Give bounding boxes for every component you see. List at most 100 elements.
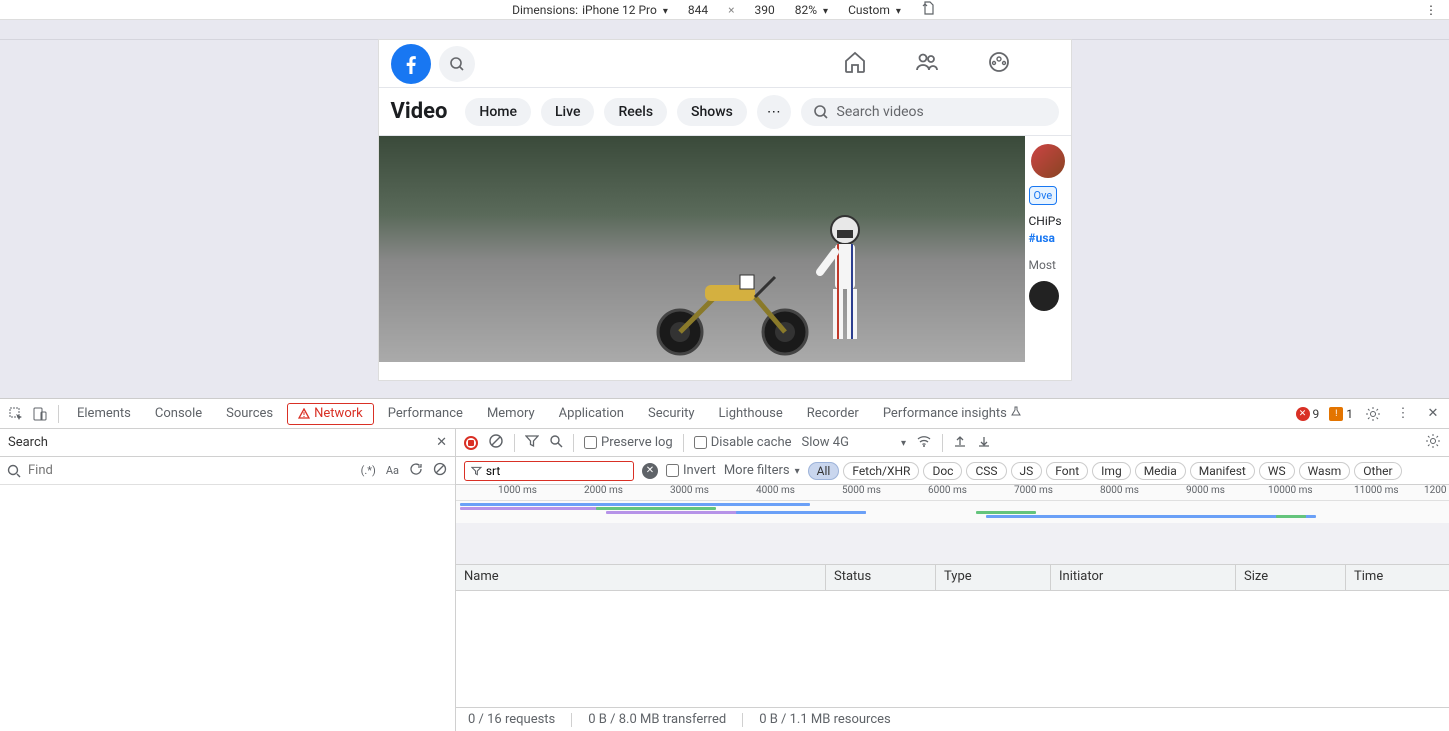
custom-dropdown[interactable]: Custom xyxy=(848,3,901,17)
settings-icon[interactable] xyxy=(1425,433,1441,453)
caret-icon[interactable] xyxy=(899,435,906,450)
tab-insights[interactable]: Performance insights xyxy=(873,399,1032,429)
clear-icon[interactable] xyxy=(488,433,504,453)
facebook-logo[interactable] xyxy=(391,44,431,84)
chip-doc[interactable]: Doc xyxy=(923,462,962,480)
col-size[interactable]: Size xyxy=(1236,565,1346,590)
tab-shows[interactable]: Shows xyxy=(677,98,747,126)
dimensions-dropdown[interactable]: Dimensions: iPhone 12 Pro xyxy=(512,3,668,17)
page-title: Video xyxy=(391,99,448,124)
bar xyxy=(736,511,866,514)
kebab-icon[interactable]: ⋮ xyxy=(1425,3,1437,17)
tab-memory[interactable]: Memory xyxy=(477,399,545,429)
chip-img[interactable]: Img xyxy=(1092,462,1131,480)
avatar-small[interactable] xyxy=(1029,281,1059,311)
chip-css[interactable]: CSS xyxy=(966,462,1006,480)
error-count[interactable]: ✕9 xyxy=(1296,407,1320,421)
more-filters-dropdown[interactable]: More filters xyxy=(724,463,800,478)
clear-filter-icon[interactable]: ✕ xyxy=(642,463,658,479)
tick: 1000 ms xyxy=(498,485,537,496)
devtools-tabs: Elements Console Sources Network Perform… xyxy=(0,399,1449,429)
tab-console[interactable]: Console xyxy=(145,399,212,429)
tabs-right: ✕9 !1 ⋮ ✕ xyxy=(1296,404,1444,424)
chip-font[interactable]: Font xyxy=(1046,462,1088,480)
preserve-log-checkbox[interactable]: Preserve log xyxy=(584,435,673,450)
chip-wasm[interactable]: Wasm xyxy=(1299,462,1351,480)
settings-icon[interactable] xyxy=(1363,404,1383,424)
tab-performance[interactable]: Performance xyxy=(378,399,473,429)
clear-icon[interactable] xyxy=(431,460,449,481)
tab-elements[interactable]: Elements xyxy=(67,399,141,429)
tab-lighthouse[interactable]: Lighthouse xyxy=(709,399,793,429)
home-icon[interactable] xyxy=(843,50,867,78)
tab-reels[interactable]: Reels xyxy=(604,98,667,126)
devtools-body: Search ✕ (.*) Aa Preserve log xyxy=(0,429,1449,731)
regex-toggle[interactable]: (.*) xyxy=(359,462,378,479)
chip-fetch[interactable]: Fetch/XHR xyxy=(843,462,919,480)
upload-icon[interactable] xyxy=(953,434,967,452)
search-button[interactable] xyxy=(439,46,475,82)
separator xyxy=(58,405,59,423)
kebab-icon[interactable]: ⋮ xyxy=(1393,404,1413,424)
col-initiator[interactable]: Initiator xyxy=(1051,565,1236,590)
tick: 2000 ms xyxy=(584,485,623,496)
tab-live[interactable]: Live xyxy=(541,98,594,126)
height-value[interactable]: 390 xyxy=(755,3,775,17)
chip-media[interactable]: Media xyxy=(1135,462,1186,480)
col-name[interactable]: Name xyxy=(456,565,826,590)
timeline-ticks: 1000 ms 2000 ms 3000 ms 4000 ms 5000 ms … xyxy=(456,485,1449,501)
chip-js[interactable]: JS xyxy=(1011,462,1043,480)
bar xyxy=(1276,515,1306,518)
chip-all[interactable]: All xyxy=(808,462,840,480)
tab-sources[interactable]: Sources xyxy=(216,399,283,429)
tab-recorder[interactable]: Recorder xyxy=(797,399,869,429)
col-status[interactable]: Status xyxy=(826,565,936,590)
width-value[interactable]: 844 xyxy=(688,3,708,17)
groups-icon[interactable] xyxy=(987,50,1011,78)
tab-more[interactable]: ⋯ xyxy=(757,95,791,129)
timeline-overview[interactable]: 1000 ms 2000 ms 3000 ms 4000 ms 5000 ms … xyxy=(456,485,1449,565)
zoom-dropdown[interactable]: 82% xyxy=(795,3,828,17)
avatar[interactable] xyxy=(1031,144,1065,178)
chip-ws[interactable]: WS xyxy=(1259,462,1295,480)
tab-application[interactable]: Application xyxy=(549,399,634,429)
close-icon[interactable]: ✕ xyxy=(436,435,447,450)
download-icon[interactable] xyxy=(977,434,991,452)
col-type[interactable]: Type xyxy=(936,565,1051,590)
disable-cache-checkbox[interactable]: Disable cache xyxy=(694,435,792,450)
filter-input[interactable] xyxy=(486,464,627,478)
record-button[interactable] xyxy=(464,436,478,450)
close-icon[interactable]: ✕ xyxy=(1423,404,1443,424)
refresh-icon[interactable] xyxy=(407,460,425,481)
video-player[interactable] xyxy=(379,136,1025,362)
tab-home[interactable]: Home xyxy=(465,98,531,126)
filter-icon[interactable] xyxy=(525,434,539,452)
ruler-area xyxy=(0,20,1449,40)
chip-other[interactable]: Other xyxy=(1354,462,1401,480)
chip-manifest[interactable]: Manifest xyxy=(1190,462,1255,480)
case-toggle[interactable]: Aa xyxy=(384,462,401,479)
invert-checkbox[interactable]: Invert xyxy=(666,463,716,478)
devtools-panel: Elements Console Sources Network Perform… xyxy=(0,398,1449,731)
status-requests: 0 / 16 requests xyxy=(468,712,555,727)
search-input[interactable] xyxy=(28,463,353,478)
friends-icon[interactable] xyxy=(915,50,939,78)
video-search[interactable]: Search videos xyxy=(801,98,1059,126)
tick: 11000 ms xyxy=(1354,485,1399,496)
search-icon xyxy=(6,463,22,479)
side-hashtag[interactable]: #usa xyxy=(1029,231,1055,245)
fb-header xyxy=(379,40,1071,88)
throttle-dropdown[interactable]: Slow 4G xyxy=(802,435,849,450)
search-icon[interactable] xyxy=(549,434,563,452)
tab-network[interactable]: Network xyxy=(287,403,374,425)
status-resources: 0 B / 1.1 MB resources xyxy=(759,712,891,727)
rotate-icon[interactable] xyxy=(921,0,937,19)
device-mode-icon[interactable] xyxy=(30,404,50,424)
filter-input-box[interactable] xyxy=(464,461,634,481)
wifi-icon[interactable] xyxy=(916,433,932,453)
overview-badge[interactable]: Ove xyxy=(1029,186,1058,205)
inspect-icon[interactable] xyxy=(6,404,26,424)
col-time[interactable]: Time xyxy=(1346,565,1449,590)
tab-security[interactable]: Security xyxy=(638,399,705,429)
warning-count[interactable]: !1 xyxy=(1329,407,1353,421)
